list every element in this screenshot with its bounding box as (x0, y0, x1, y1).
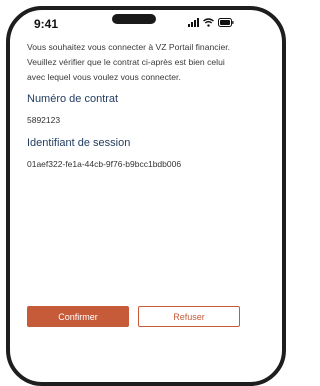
phone-screen: 9:41 Vous souhaitez vous connecter à VZ … (0, 0, 252, 345)
status-time: 9:41 (34, 17, 59, 31)
main-content: Vous souhaitez vous connecter à VZ Porta… (27, 40, 245, 169)
refuse-button[interactable]: Refuser (138, 306, 240, 327)
contract-label: Numéro de contrat (27, 93, 119, 105)
session-id: 01aef322-fe1a-44cb-9f76-b9bcc1bdb006 (27, 159, 182, 169)
status-icons (188, 18, 234, 27)
contract-number: 5892123 (27, 115, 61, 125)
confirm-button[interactable]: Confirmer (27, 306, 129, 327)
session-label: Identifiant de session (27, 137, 131, 149)
notch (112, 14, 156, 24)
intro-text: Vous souhaitez vous connecter à VZ Porta… (27, 42, 231, 82)
signal-icon (188, 18, 199, 27)
wifi-icon (203, 18, 214, 27)
battery-icon (218, 18, 234, 27)
